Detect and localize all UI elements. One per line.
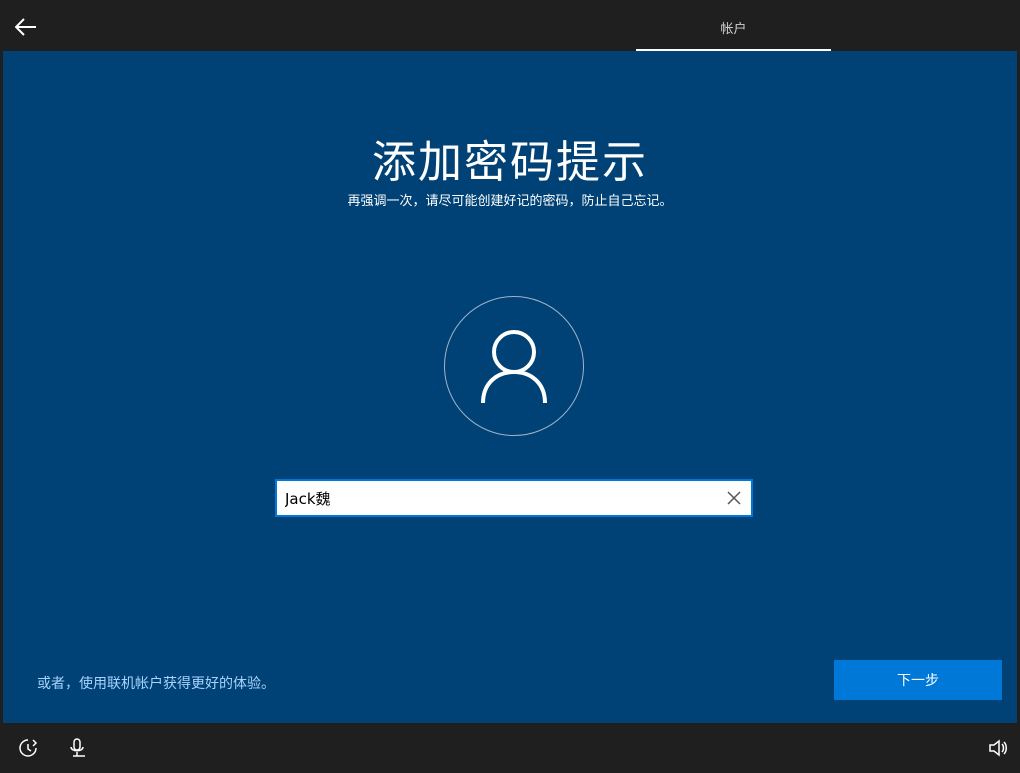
microphone-icon — [70, 738, 85, 757]
password-hint-field[interactable] — [275, 479, 753, 517]
back-button[interactable] — [11, 12, 41, 42]
bottom-bar — [3, 723, 1017, 770]
page-title: 添加密码提示 — [372, 137, 648, 188]
volume-button[interactable] — [987, 737, 1009, 759]
back-arrow-icon — [15, 18, 36, 36]
ease-of-access-icon — [19, 739, 38, 757]
ease-of-access-button[interactable] — [17, 737, 39, 759]
password-hint-input[interactable] — [285, 481, 715, 515]
narrator-button[interactable] — [67, 737, 89, 759]
close-icon — [727, 491, 741, 505]
avatar — [444, 296, 584, 436]
clear-input-button[interactable] — [725, 489, 743, 507]
user-icon — [481, 330, 547, 404]
tab-account[interactable]: 帐户 — [636, 3, 831, 51]
next-button[interactable]: 下一步 — [834, 660, 1002, 700]
top-bar: 帐户 — [3, 3, 1017, 51]
tab-account-label: 帐户 — [720, 21, 747, 37]
oobe-window: 帐户 添加密码提示 再强调一次，请尽可能创建好记的密码，防止自己忘记。 或者，使… — [0, 0, 1020, 773]
main-panel: 添加密码提示 再强调一次，请尽可能创建好记的密码，防止自己忘记。 或者，使用联机… — [3, 51, 1017, 723]
volume-icon — [989, 739, 1007, 757]
online-account-link[interactable]: 或者，使用联机帐户获得更好的体验。 — [37, 673, 275, 693]
page-subtitle: 再强调一次，请尽可能创建好记的密码，防止自己忘记。 — [347, 194, 673, 209]
